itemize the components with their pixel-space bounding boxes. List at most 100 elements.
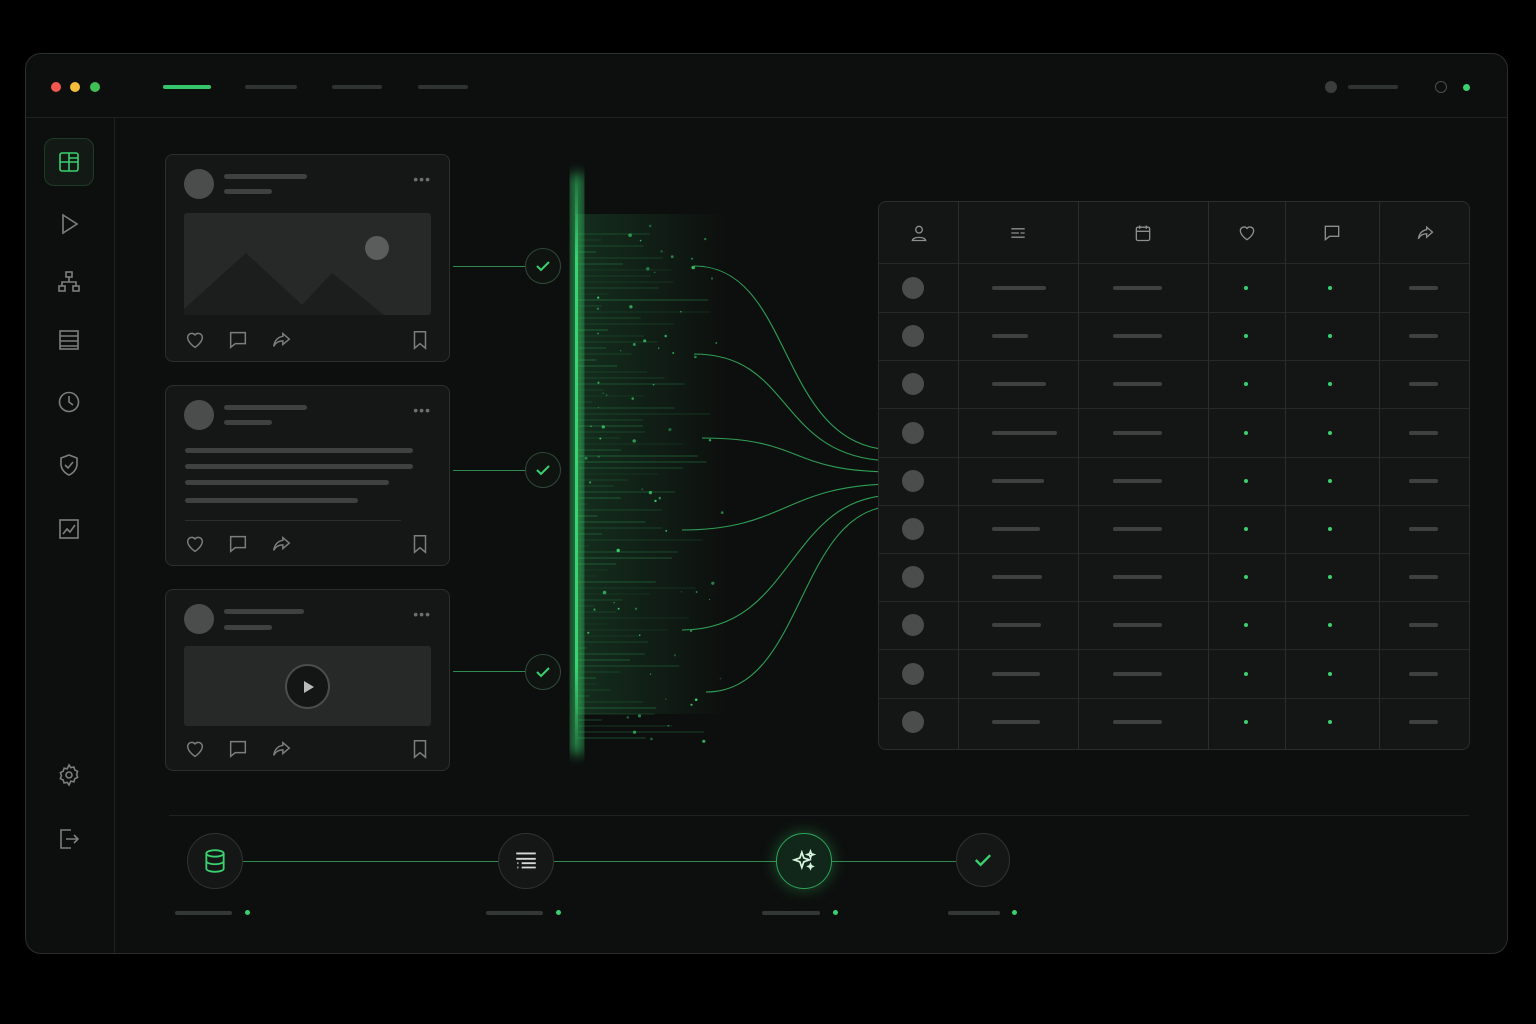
tab-3[interactable]: [332, 85, 382, 89]
sidebar-item-analytics[interactable]: [44, 505, 94, 553]
bookmark-icon[interactable]: [409, 738, 431, 760]
table-row[interactable]: [879, 360, 1469, 408]
heart-icon[interactable]: [184, 533, 206, 555]
tab-2[interactable]: [245, 85, 297, 89]
settings-icon: [59, 763, 79, 787]
table-row[interactable]: [879, 553, 1469, 601]
avatar: [902, 710, 924, 733]
sidebar-item-logout[interactable]: [44, 815, 94, 863]
sidebar-item-list[interactable]: [44, 316, 94, 364]
post-card-image[interactable]: •••: [165, 154, 450, 362]
shield-check-icon: [60, 454, 78, 476]
cell-comments-dot: [1328, 623, 1332, 628]
cell-likes-dot: [1244, 430, 1248, 435]
user-status-icon: [1325, 81, 1337, 93]
pipeline-step-structure[interactable]: [498, 833, 554, 889]
cell-likes-dot: [1244, 527, 1248, 531]
heart-icon[interactable]: [184, 738, 206, 760]
post-author-placeholder: [224, 609, 304, 614]
sidebar-item-play[interactable]: [44, 200, 94, 248]
cell-shares-placeholder: [1409, 334, 1438, 339]
pipeline-step-collect[interactable]: [187, 833, 243, 889]
maximize-window-button[interactable]: [90, 82, 100, 92]
more-options-icon[interactable]: •••: [413, 172, 431, 186]
image-placeholder-icon: [184, 236, 389, 315]
play-button[interactable]: [285, 664, 330, 709]
list-icon: [516, 852, 536, 869]
post-author-placeholder: [224, 174, 307, 179]
sidebar-item-settings[interactable]: [44, 751, 94, 799]
cell-text-placeholder: [992, 671, 1040, 676]
step-status-dot: [1012, 910, 1017, 915]
sidebar-item-dashboard[interactable]: [44, 138, 94, 186]
connector-line: [453, 266, 525, 267]
table-row[interactable]: [879, 409, 1469, 457]
pipeline-divider: [169, 815, 1469, 816]
cell-shares-placeholder: [1409, 719, 1438, 724]
comment-icon[interactable]: [227, 329, 249, 351]
notification-icon[interactable]: [1435, 81, 1447, 93]
sidebar-item-security[interactable]: [44, 441, 94, 489]
cell-comments-dot: [1328, 334, 1332, 339]
post-card-text[interactable]: •••: [165, 385, 450, 566]
step-label-placeholder: [948, 911, 1000, 915]
pipeline-step-ai[interactable]: [776, 833, 832, 889]
cell-text-placeholder: [992, 527, 1040, 531]
play-icon: [62, 213, 79, 235]
column-text[interactable]: [958, 202, 1078, 264]
avatar: [902, 277, 924, 299]
pipeline-connector: [243, 861, 500, 862]
comment-icon[interactable]: [227, 533, 249, 555]
cell-shares-placeholder: [1409, 527, 1438, 531]
pipeline-step-done[interactable]: [956, 833, 1010, 887]
post-meta-placeholder: [224, 420, 272, 425]
table-row[interactable]: [879, 698, 1469, 746]
comment-icon[interactable]: [227, 738, 249, 760]
connector-line: [453, 470, 525, 471]
post-card-video[interactable]: •••: [165, 589, 450, 771]
post-image: [184, 213, 431, 315]
share-icon[interactable]: [270, 533, 292, 555]
share-icon[interactable]: [270, 329, 292, 351]
table-row[interactable]: [879, 457, 1469, 505]
minimize-window-button[interactable]: [70, 82, 80, 92]
column-date[interactable]: [1078, 202, 1208, 264]
tab-1[interactable]: [163, 85, 211, 89]
avatar: [184, 400, 214, 430]
tab-4[interactable]: [418, 85, 468, 89]
hierarchy-icon: [58, 271, 80, 292]
list-icon: [59, 330, 79, 350]
step-status-dot: [245, 910, 250, 915]
column-likes[interactable]: [1208, 202, 1285, 264]
table-row[interactable]: [879, 601, 1469, 649]
post-meta-placeholder: [224, 189, 272, 194]
table-row[interactable]: [879, 650, 1469, 698]
column-shares[interactable]: [1379, 202, 1469, 264]
more-options-icon[interactable]: •••: [413, 403, 431, 417]
column-user[interactable]: [879, 202, 958, 264]
avatar: [902, 662, 924, 685]
heart-icon[interactable]: [184, 329, 206, 351]
sidebar-item-history[interactable]: [44, 378, 94, 426]
share-icon[interactable]: [270, 738, 292, 760]
cell-text-placeholder: [992, 430, 1057, 435]
table-row[interactable]: [879, 505, 1469, 553]
step-status-dot: [833, 910, 838, 915]
cell-comments-dot: [1328, 671, 1332, 676]
post-text-line: [185, 464, 413, 469]
sidebar-item-hierarchy[interactable]: [44, 258, 94, 306]
bookmark-icon[interactable]: [409, 329, 431, 351]
avatar: [902, 566, 924, 589]
more-options-icon[interactable]: •••: [413, 607, 431, 621]
cell-shares-placeholder: [1409, 575, 1438, 580]
results-table: [878, 201, 1470, 750]
bookmark-icon[interactable]: [409, 533, 431, 555]
column-comments[interactable]: [1285, 202, 1379, 264]
table-row[interactable]: [879, 264, 1469, 312]
online-status-dot: [1463, 84, 1470, 91]
user-name-placeholder: [1348, 85, 1398, 89]
comment-icon: [1324, 225, 1340, 242]
step-label-placeholder: [175, 911, 232, 915]
close-window-button[interactable]: [51, 82, 61, 92]
table-row[interactable]: [879, 312, 1469, 360]
